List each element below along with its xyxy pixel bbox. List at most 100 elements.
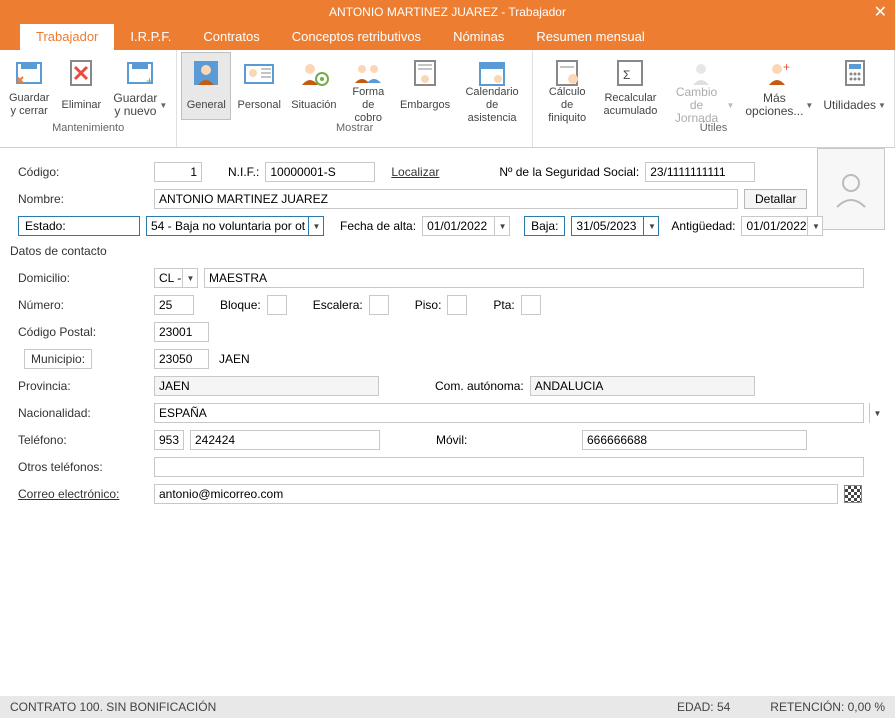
mas-opciones-button[interactable]: + Másopciones...▼ [741,52,817,120]
title-bar: ANTONIO MARTINEZ JUAREZ - Trabajador ✕ [0,0,895,24]
ribbon: Guardary cerrar Eliminar + Guardary nuev… [0,50,895,148]
cp-input[interactable] [154,322,209,342]
chevron-down-icon: ▼ [878,99,886,112]
situacion-button[interactable]: Situación [287,52,341,120]
baja-label: Baja: [524,216,565,236]
pta-label: Pta: [493,298,514,312]
chevron-down-icon[interactable]: ▼ [869,403,885,423]
delete-button[interactable]: Eliminar [56,52,106,120]
form-panel: Código: N.I.F.: Localizar Nº de la Segur… [0,148,895,504]
ribbon-group-mantenimiento: Guardary cerrar Eliminar + Guardary nuev… [0,50,177,147]
utilidades-button[interactable]: Utilidades▼ [819,52,890,120]
ribbon-group-mostrar: General Personal Situación Formade cobro… [177,50,533,147]
contact-section-title: Datos de contacto [10,244,885,258]
otros-tel-label: Otros teléfonos: [18,460,148,474]
nif-label: N.I.F.: [228,165,259,179]
ribbon-group-utiles: Cálculo definiquito Σ Recalcularacumulad… [533,50,895,147]
svg-text:+: + [146,74,153,88]
photo-placeholder[interactable] [817,148,885,230]
chevron-down-icon[interactable]: ▼ [643,216,659,236]
svg-text:Σ: Σ [623,68,630,82]
chevron-down-icon: ▼ [159,99,167,112]
numero-label: Número: [18,298,148,312]
chevron-down-icon: ▼ [726,99,734,112]
provincia-label: Provincia: [18,379,148,393]
telefono-input[interactable] [190,430,380,450]
estado-label: Estado: [18,216,140,236]
chevron-down-icon: ▼ [805,99,813,112]
telefono-label: Teléfono: [18,433,148,447]
embargos-button[interactable]: Embargos [396,52,454,120]
person-gear-icon [298,57,330,89]
personal-button[interactable]: Personal [233,52,285,120]
tab-irpf[interactable]: I.R.P.F. [114,24,187,50]
escalera-label: Escalera: [313,298,363,312]
calculator-icon [839,57,871,89]
seg-social-input[interactable] [645,162,755,182]
calendar-icon [476,57,508,89]
movil-label: Móvil: [436,433,576,447]
forma-cobro-button[interactable]: Formade cobro [343,52,394,120]
status-edad: EDAD: 54 [677,700,730,714]
nacionalidad-label: Nacionalidad: [18,406,148,420]
tab-resumen[interactable]: Resumen mensual [520,24,660,50]
otros-tel-input[interactable] [154,457,864,477]
person-card-icon [243,57,275,89]
codigo-label: Código: [18,165,148,179]
telefono-pref-input[interactable] [154,430,184,450]
status-contrato: CONTRATO 100. SIN BONIFICACIÓN [10,700,216,714]
qr-icon[interactable] [844,485,862,503]
municipio-name [215,349,440,369]
tabs-bar: Trabajador I.R.P.F. Contratos Conceptos … [0,24,895,50]
fecha-alta-input[interactable]: ▼ [422,216,510,236]
tab-contratos[interactable]: Contratos [187,24,275,50]
save-new-button[interactable]: + Guardary nuevo▼ [108,52,172,120]
numero-input[interactable] [154,295,194,315]
escalera-input[interactable] [369,295,389,315]
antiguedad-input[interactable]: ▼ [741,216,823,236]
chevron-down-icon[interactable]: ▼ [182,268,198,288]
nombre-input[interactable] [154,189,738,209]
provincia-input [154,376,379,396]
nacionalidad-select[interactable]: ▼ [154,403,885,423]
bloque-input[interactable] [267,295,287,315]
piso-input[interactable] [447,295,467,315]
codigo-input[interactable] [154,162,202,182]
tab-nominas[interactable]: Nóminas [437,24,520,50]
seg-social-label: Nº de la Seguridad Social: [499,165,639,179]
domicilio-tipo-select[interactable]: ▼ [154,268,198,288]
correo-label[interactable]: Correo electrónico: [18,487,148,501]
cp-label: Código Postal: [18,325,148,339]
cambio-jornada-button: Cambio deJornada▼ [664,52,740,120]
save-close-button[interactable]: Guardary cerrar [4,52,54,120]
bloque-label: Bloque: [220,298,261,312]
calendario-button[interactable]: Calendariode asistencia [456,52,528,120]
estado-select[interactable]: ▼ [146,216,324,236]
baja-input[interactable]: ▼ [571,216,659,236]
recalcular-button[interactable]: Σ Recalcularacumulado [599,52,661,120]
chevron-down-icon[interactable]: ▼ [308,216,324,236]
save-new-icon: + [124,57,156,89]
com-autonoma-label: Com. autónoma: [435,379,524,393]
municipio-cod-input[interactable] [154,349,209,369]
nombre-label: Nombre: [18,192,148,206]
correo-input[interactable] [154,484,838,504]
nif-input[interactable] [265,162,375,182]
delete-icon [65,57,97,89]
chevron-down-icon[interactable]: ▼ [494,216,510,236]
antiguedad-label: Antigüedad: [671,219,735,233]
chevron-down-icon[interactable]: ▼ [807,216,823,236]
svg-text:+: + [783,60,790,74]
general-button[interactable]: General [181,52,231,120]
pta-input[interactable] [521,295,541,315]
com-autonoma-input [530,376,755,396]
close-icon[interactable]: ✕ [874,2,887,22]
tab-conceptos[interactable]: Conceptos retributivos [276,24,437,50]
movil-input[interactable] [582,430,807,450]
detallar-button[interactable]: Detallar [744,189,807,209]
domicilio-input[interactable] [204,268,864,288]
finiquito-button[interactable]: Cálculo definiquito [537,52,597,120]
tab-trabajador[interactable]: Trabajador [20,24,114,50]
localizar-link[interactable]: Localizar [391,165,439,179]
document-calc-icon [551,57,583,89]
